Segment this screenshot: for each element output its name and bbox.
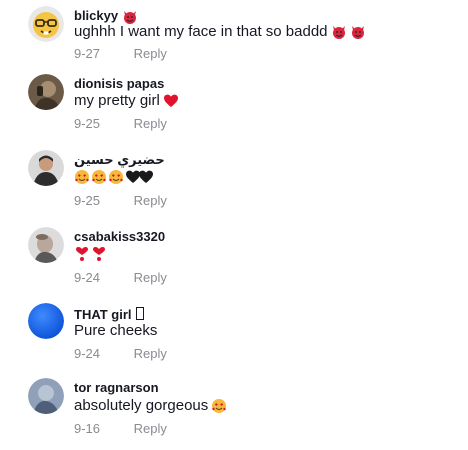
comment-item: THAT girl Pure cheeks 9-24 Reply	[0, 303, 468, 377]
comment-date: 9-27	[74, 46, 101, 61]
comment-date: 9-25	[74, 116, 101, 131]
black-heart-emoji	[125, 169, 140, 185]
comment-text-content: ughhh I want my face in that so baddd	[74, 23, 328, 40]
smiling-devil-emoji	[350, 24, 366, 40]
comment-username[interactable]: csabakiss3320	[74, 229, 165, 245]
reply-button[interactable]: Reply	[134, 193, 167, 208]
comment-meta: 9-24 Reply	[74, 270, 167, 286]
reply-button[interactable]: Reply	[134, 346, 167, 361]
comment-username[interactable]: dionisis papas	[74, 76, 164, 92]
heart-exclamation-emoji	[74, 246, 90, 262]
username-text: blickyy	[74, 8, 119, 23]
comment-meta: 9-16 Reply	[74, 421, 167, 437]
comment-text	[74, 246, 107, 262]
comment-username[interactable]: tor ragnarson	[74, 380, 159, 396]
comment-text: Pure cheeks	[74, 322, 157, 340]
comment-username[interactable]: حضيري حسين	[74, 152, 165, 168]
avatar[interactable]	[28, 378, 64, 414]
smiling-hearts-emoji	[211, 398, 227, 414]
reply-button[interactable]: Reply	[134, 46, 167, 61]
avatar[interactable]	[28, 6, 64, 42]
red-heart-emoji	[163, 93, 179, 109]
username-text: THAT girl	[74, 307, 132, 322]
comment-date: 9-25	[74, 193, 101, 208]
comment-text-content: my pretty girl	[74, 92, 160, 109]
comment-meta: 9-27 Reply	[74, 46, 167, 62]
comment-text-content: Pure cheeks	[74, 322, 158, 339]
comment-item: حضيري حسين 9-25 Reply	[0, 150, 468, 224]
comment-meta: 9-25 Reply	[74, 116, 167, 132]
comment-text-content: absolutely gorgeous	[74, 397, 209, 414]
avatar[interactable]	[28, 227, 64, 263]
comment-username[interactable]: THAT girl	[74, 307, 145, 323]
smiling-hearts-emoji	[91, 169, 107, 185]
reply-button[interactable]: Reply	[134, 421, 167, 436]
avatar[interactable]	[28, 150, 64, 186]
comment-date: 9-16	[74, 421, 101, 436]
comment-date: 9-24	[74, 346, 101, 361]
heart-exclamation-emoji	[91, 246, 107, 262]
comment-meta: 9-24 Reply	[74, 346, 167, 362]
comment-text	[74, 169, 153, 185]
reply-button[interactable]: Reply	[134, 116, 167, 131]
smiling-hearts-emoji	[74, 169, 90, 185]
comment-date: 9-24	[74, 270, 101, 285]
comment-item: dionisis papas my pretty girl 9-25 Reply	[0, 74, 468, 148]
missing-glyph-box	[136, 307, 145, 320]
comment-item: tor ragnarson absolutely gorgeous 9-16 R…	[0, 376, 468, 450]
black-heart-emoji	[138, 169, 153, 185]
comment-text: my pretty girl	[74, 92, 179, 110]
comment-meta: 9-25 Reply	[74, 193, 167, 209]
avatar[interactable]	[28, 303, 64, 339]
smiling-devil-emoji	[331, 24, 347, 40]
comment-item: blickyy ughhh I want my face in that so …	[0, 0, 468, 74]
comment-item: csabakiss3320 9-24 Reply	[0, 227, 468, 301]
avatar[interactable]	[28, 74, 64, 110]
reply-button[interactable]: Reply	[134, 270, 167, 285]
comment-text: ughhh I want my face in that so baddd	[74, 23, 366, 41]
comment-text: absolutely gorgeous	[74, 397, 227, 415]
smiling-hearts-emoji	[108, 169, 124, 185]
